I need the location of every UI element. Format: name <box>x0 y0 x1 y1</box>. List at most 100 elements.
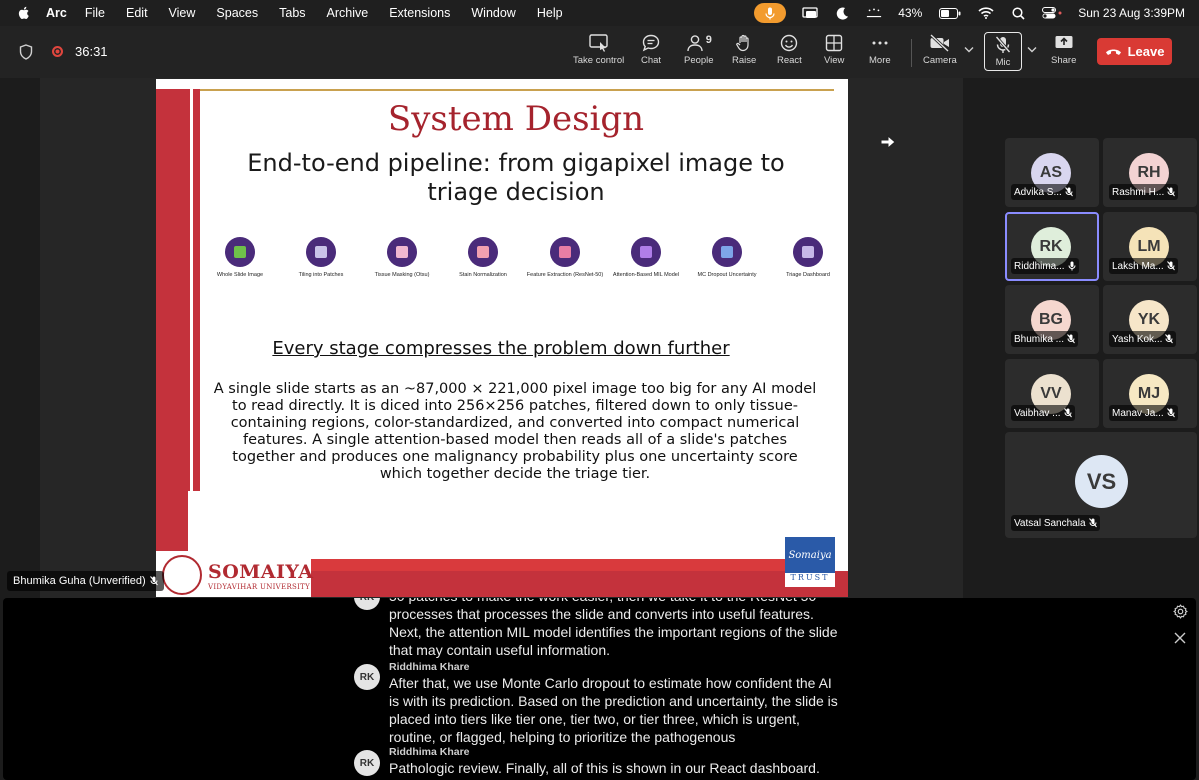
menu-tabs[interactable]: Tabs <box>279 6 305 20</box>
menu-window[interactable]: Window <box>471 6 515 20</box>
menu-file[interactable]: File <box>85 6 105 20</box>
university-name: SOMAIYA <box>208 561 314 583</box>
apple-icon[interactable] <box>16 5 32 21</box>
participant-name: Rashmi H... <box>1112 186 1165 198</box>
chat-icon <box>642 34 660 52</box>
mic-options-chevron-icon[interactable] <box>1027 46 1037 53</box>
stage-swatch <box>234 246 246 258</box>
participant-name: Vaibhav ... <box>1014 407 1061 419</box>
stage-swatch <box>721 246 733 258</box>
menu-spaces[interactable]: Spaces <box>216 6 258 20</box>
people-button[interactable]: 9 People <box>684 34 714 74</box>
participant-name-tag: Rashmi H... <box>1109 184 1179 200</box>
battery-icon[interactable] <box>938 5 962 21</box>
shield-icon[interactable] <box>19 44 33 60</box>
participant-name-tag: Vaibhav ... <box>1011 405 1075 421</box>
brightness-icon[interactable] <box>866 5 882 21</box>
view-label: View <box>824 55 845 66</box>
more-button[interactable]: More <box>869 34 891 74</box>
stage-swatch <box>640 246 652 258</box>
mic-button[interactable]: Mic <box>984 32 1022 71</box>
mic-muted-icon <box>1165 334 1174 344</box>
clock[interactable]: Sun 23 Aug 3:39PM <box>1078 6 1185 20</box>
live-captions-panel: RK 50 patches to make the work easier, t… <box>3 598 1196 780</box>
caption-settings-gear-icon[interactable] <box>1173 604 1188 619</box>
participant-tile[interactable]: YK Yash Kok... <box>1103 285 1197 354</box>
slide-title: System Design <box>387 99 645 139</box>
caption-text: 50 patches to make the work easier, then… <box>389 598 838 658</box>
menu-edit[interactable]: Edit <box>126 6 148 20</box>
participant-name: Laksh Ma... <box>1112 260 1164 272</box>
participant-tile[interactable]: AS Advika S... <box>1005 138 1099 207</box>
mic-in-use-indicator[interactable] <box>754 3 787 23</box>
leave-button[interactable]: Leave <box>1097 38 1172 65</box>
participant-name-tag: Advika S... <box>1011 184 1076 200</box>
pipeline-stage: Feature Extraction (ResNet-50) <box>525 237 605 279</box>
participant-tile-large[interactable]: VS Vatsal Sanchala <box>1005 432 1197 538</box>
app-name[interactable]: Arc <box>46 6 67 20</box>
mic-muted-icon <box>149 576 158 586</box>
people-label: People <box>684 55 714 66</box>
slide-section-heading: Every stage compresses the problem down … <box>272 338 730 359</box>
more-label: More <box>869 55 891 66</box>
participant-tile[interactable]: BG Bhumika ... <box>1005 285 1099 354</box>
participant-tile[interactable]: MJ Manav Ja... <box>1103 359 1197 428</box>
caption-speaker: Riddhima Khare <box>389 746 470 758</box>
slide-accent-stripe <box>190 89 193 491</box>
caption-speaker: Riddhima Khare <box>389 661 470 673</box>
caption-text: Pathologic review. Finally, all of this … <box>389 760 820 776</box>
share-label: Share <box>1051 55 1077 66</box>
brain-icon <box>550 237 580 267</box>
menu-view[interactable]: View <box>169 6 196 20</box>
pipeline-stage: Attention-Based MIL Model <box>606 237 686 279</box>
camera-options-chevron-icon[interactable] <box>964 46 974 53</box>
wifi-icon[interactable] <box>978 5 994 21</box>
take-control-button[interactable]: Take control <box>573 34 624 74</box>
pipeline-stage: MC Dropout Uncertainty <box>687 237 767 279</box>
pipeline-stage: Tissue Masking (Otsu) <box>362 237 442 279</box>
mic-on-icon <box>1068 261 1076 271</box>
participant-tile-active-speaker[interactable]: RK Riddhima... <box>1005 212 1099 281</box>
shield-icon <box>712 237 742 267</box>
stage-swatch <box>559 246 571 258</box>
stage-label: Stain Normalization <box>459 272 507 278</box>
leave-label: Leave <box>1127 44 1165 59</box>
active-speaker-name: Bhumika Guha (Unverified) <box>13 575 146 587</box>
react-button[interactable]: React <box>777 34 802 74</box>
participant-tile[interactable]: LM Laksh Ma... <box>1103 212 1197 281</box>
raise-label: Raise <box>732 55 757 66</box>
control-center-icon[interactable] <box>1042 5 1062 21</box>
university-subtitle: VIDYAVIHAR UNIVERSITY <box>208 583 311 591</box>
menu-extensions[interactable]: Extensions <box>389 6 450 20</box>
slide-top-rule <box>200 89 834 91</box>
mic-muted-icon <box>1088 518 1097 528</box>
menu-archive[interactable]: Archive <box>327 6 369 20</box>
react-label: React <box>777 55 802 66</box>
participant-tile[interactable]: RH Rashmi H... <box>1103 138 1197 207</box>
chat-label: Chat <box>641 55 662 66</box>
stage-swatch <box>477 246 489 258</box>
participant-name: Yash Kok... <box>1112 333 1163 345</box>
share-button[interactable]: Share <box>1051 34 1076 74</box>
participant-name-tag: Yash Kok... <box>1109 331 1177 347</box>
screen-mirror-icon[interactable] <box>802 5 818 21</box>
chat-button[interactable]: Chat <box>641 34 661 74</box>
camera-button[interactable]: Camera <box>923 34 957 74</box>
menu-help[interactable]: Help <box>537 6 563 20</box>
close-captions-icon[interactable] <box>1174 632 1186 644</box>
mic-muted-icon <box>1166 261 1175 271</box>
search-icon[interactable] <box>1010 5 1026 21</box>
participant-name-tag: Riddhima... <box>1011 258 1079 274</box>
mic-muted-icon <box>1063 408 1072 418</box>
slide-footer-band <box>311 559 791 571</box>
participant-tile[interactable]: VV Vaibhav ... <box>1005 359 1099 428</box>
bar-chart-icon <box>793 237 823 267</box>
view-button[interactable]: View <box>824 34 844 74</box>
raise-hand-icon <box>736 34 749 52</box>
meeting-stage: System Design End-to-end pipeline: from … <box>0 78 1199 598</box>
mic-off-icon <box>995 36 1011 53</box>
raise-hand-button[interactable]: Raise <box>732 34 756 74</box>
camera-off-icon <box>929 34 949 52</box>
stage-swatch <box>396 246 408 258</box>
moon-icon[interactable] <box>834 5 850 21</box>
